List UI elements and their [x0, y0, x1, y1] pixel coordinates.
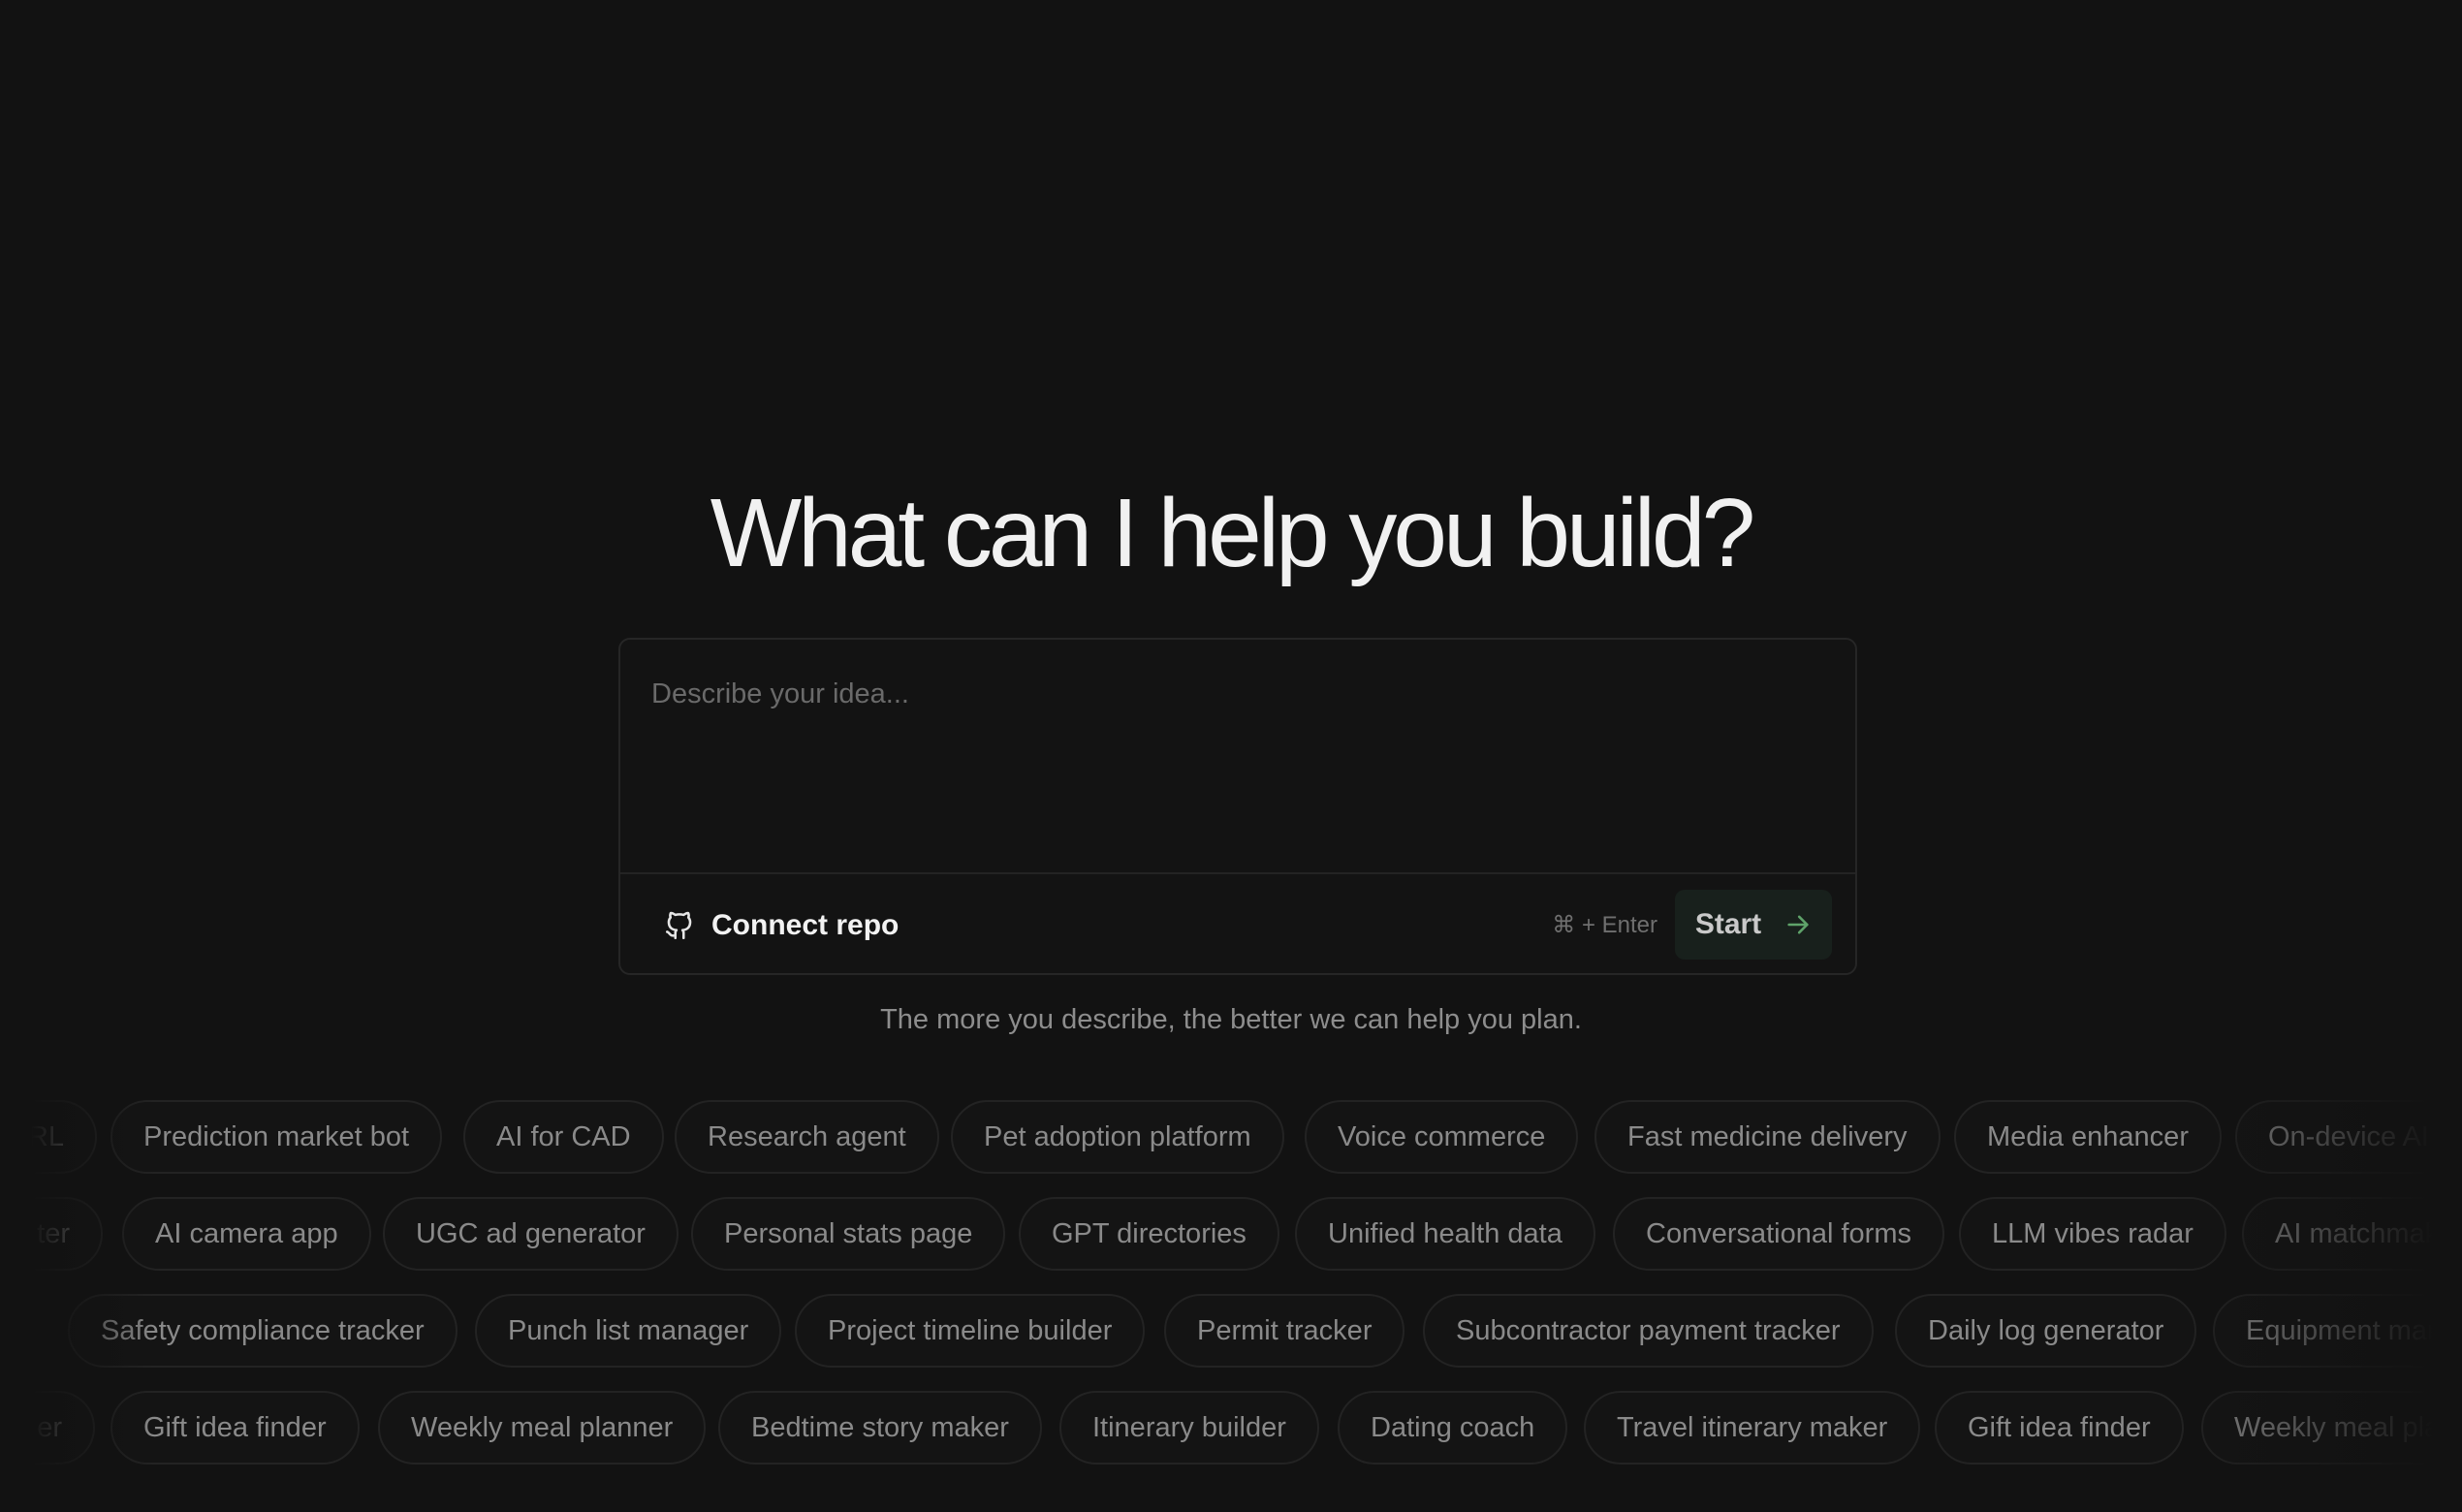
helper-text: The more you describe, the better we can… [880, 1004, 1582, 1035]
suggestion-chip[interactable]: Travel itinerary maker [1584, 1391, 1921, 1465]
suggestion-chip[interactable]: Project timeline builder [795, 1294, 1146, 1368]
suggestion-chip[interactable]: Gift idea finder [1935, 1391, 2184, 1465]
suggestion-chip[interactable]: Dating coach [1338, 1391, 1568, 1465]
connect-repo-button[interactable]: Connect repo [663, 899, 899, 952]
suggestion-chip[interactable]: AI matchmaker [2242, 1197, 2462, 1271]
suggestion-row: ter AI camera app UGC ad generator Perso… [0, 1197, 2462, 1275]
suggestion-chip[interactable]: On-device AI [2235, 1100, 2462, 1174]
composer-divider [620, 872, 1855, 874]
suggestion-chip[interactable]: ter [0, 1197, 103, 1271]
page-title: What can I help you build? [710, 479, 1756, 587]
suggestion-chip[interactable]: GPT directories [1019, 1197, 1279, 1271]
suggestion-chip[interactable]: Media enhancer [1954, 1100, 2222, 1174]
connect-repo-label: Connect repo [711, 909, 900, 941]
suggestion-chip[interactable]: AI for CAD [463, 1100, 664, 1174]
suggestion-row: RL Prediction market bot AI for CAD Rese… [0, 1100, 2462, 1178]
suggestion-chip[interactable]: Gift idea finder [110, 1391, 360, 1465]
suggestion-chip[interactable]: Pet adoption platform [951, 1100, 1284, 1174]
idea-input[interactable] [620, 640, 1855, 872]
suggestion-chip[interactable]: UGC ad generator [383, 1197, 679, 1271]
suggestion-row: Safety compliance tracker Punch list man… [0, 1294, 2462, 1371]
suggestion-chip[interactable]: Unified health data [1295, 1197, 1595, 1271]
suggestion-chip[interactable]: Fast medicine delivery [1594, 1100, 1941, 1174]
suggestion-chip[interactable]: Personal stats page [691, 1197, 1006, 1271]
suggestion-chip[interactable]: Bedtime story maker [718, 1391, 1042, 1465]
suggestion-chip[interactable]: Research agent [675, 1100, 939, 1174]
suggestion-chip[interactable]: RL [0, 1100, 97, 1174]
suggestion-row: er Gift idea finder Weekly meal planner … [0, 1391, 2462, 1468]
suggestion-chip[interactable]: Itinerary builder [1059, 1391, 1319, 1465]
idea-composer: Connect repo ⌘ + Enter Start [618, 638, 1857, 975]
suggestion-chip[interactable]: Voice commerce [1305, 1100, 1579, 1174]
arrow-right-icon [1784, 911, 1812, 938]
suggestion-chip[interactable]: Weekly meal planner [378, 1391, 707, 1465]
suggestion-chip[interactable]: AI camera app [122, 1197, 371, 1271]
suggestion-chip[interactable]: Punch list manager [475, 1294, 782, 1368]
suggestion-chip[interactable]: er [0, 1391, 95, 1465]
suggestion-chip[interactable]: Safety compliance tracker [68, 1294, 458, 1368]
suggestion-chip[interactable]: Permit tracker [1164, 1294, 1405, 1368]
suggestion-chip[interactable]: LLM vibes radar [1959, 1197, 2226, 1271]
shortcut-hint: ⌘ + Enter [1552, 912, 1657, 938]
suggestion-chip[interactable]: Subcontractor payment tracker [1423, 1294, 1874, 1368]
start-button[interactable]: Start [1675, 890, 1832, 960]
start-label: Start [1694, 908, 1762, 940]
suggestion-chip[interactable]: Prediction market bot [110, 1100, 443, 1174]
suggestion-chip[interactable]: Conversational forms [1613, 1197, 1944, 1271]
suggestion-chip[interactable]: Weekly meal planner [2201, 1391, 2462, 1465]
suggestion-chip[interactable]: Equipment manager [2213, 1294, 2462, 1368]
github-icon [663, 909, 696, 942]
suggestion-chip[interactable]: Daily log generator [1895, 1294, 2197, 1368]
